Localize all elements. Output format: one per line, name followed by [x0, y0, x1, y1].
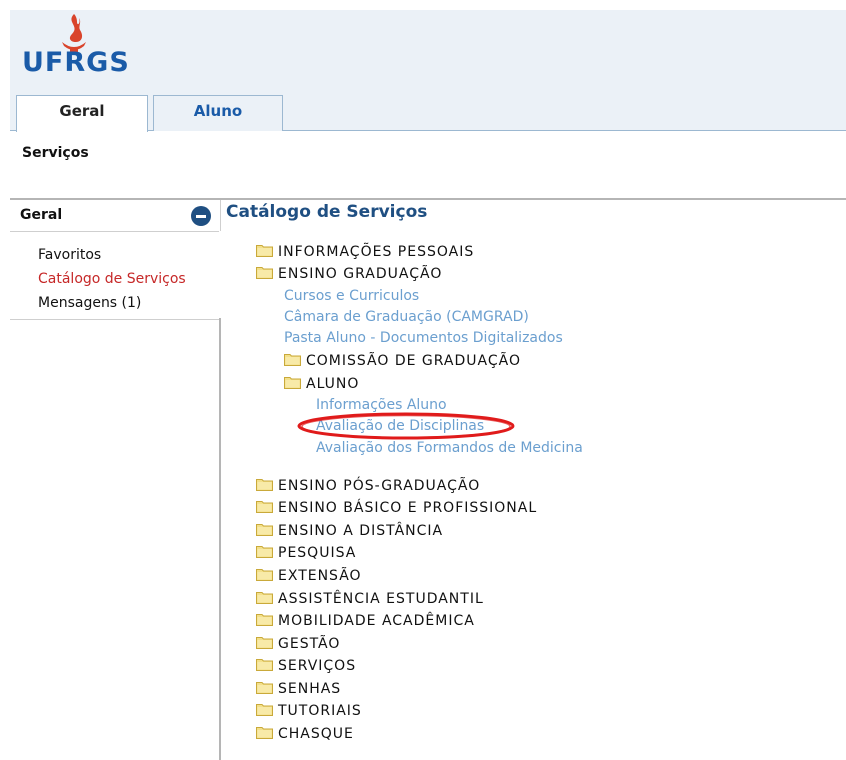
folder-mobilidade-academica[interactable]: MOBILIDADE ACADÊMICA [256, 613, 475, 629]
folder-servicos[interactable]: SERVIÇOS [256, 658, 356, 674]
folder-icon [256, 726, 273, 739]
folder-icon [256, 244, 273, 257]
sidebar-divider [219, 318, 221, 760]
tab-geral[interactable]: Geral [16, 95, 148, 132]
folder-pesquisa[interactable]: PESQUISA [256, 545, 356, 561]
logo-text: UFRGS [22, 47, 130, 78]
link-informacoes-aluno[interactable]: Informações Aluno [316, 397, 447, 413]
folder-icon [256, 478, 273, 491]
link-avaliacao-disciplinas[interactable]: Avaliação de Disciplinas [316, 418, 484, 434]
folder-ensino-graduacao[interactable]: ENSINO GRADUAÇÃO [256, 266, 442, 282]
link-avaliacao-formandos[interactable]: Avaliação dos Formandos de Medicina [316, 440, 583, 456]
folder-icon [284, 353, 301, 366]
folder-icon [256, 681, 273, 694]
folder-comissao-graduacao[interactable]: COMISSÃO DE GRADUAÇÃO [284, 353, 521, 369]
folder-icon [256, 500, 273, 513]
folder-icon [256, 636, 273, 649]
folder-assistencia-estudantil[interactable]: ASSISTÊNCIA ESTUDANTIL [256, 591, 484, 607]
folder-senhas[interactable]: SENHAS [256, 681, 341, 697]
section-title: Serviços [22, 145, 89, 161]
folder-icon [256, 613, 273, 626]
tab-aluno[interactable]: Aluno [153, 95, 283, 131]
folder-gestao[interactable]: GESTÃO [256, 636, 340, 652]
folder-icon [256, 545, 273, 558]
link-camara-graduacao[interactable]: Câmara de Graduação (CAMGRAD) [284, 309, 529, 325]
catalog-title: Catálogo de Serviços [226, 202, 428, 222]
folder-icon [256, 523, 273, 536]
folder-informacoes-pessoais[interactable]: INFORMAÇÕES PESSOAIS [256, 244, 474, 260]
folder-icon [256, 266, 273, 279]
folder-icon [256, 568, 273, 581]
folder-ensino-basico[interactable]: ENSINO BÁSICO E PROFISSIONAL [256, 500, 537, 516]
folder-pos-graduacao[interactable]: ENSINO PÓS-GRADUAÇÃO [256, 478, 480, 494]
folder-aluno[interactable]: ALUNO [284, 376, 359, 392]
folder-chasque[interactable]: CHASQUE [256, 726, 354, 742]
folder-ensino-distancia[interactable]: ENSINO A DISTÂNCIA [256, 523, 443, 539]
folder-icon [256, 703, 273, 716]
sidebar-item-catalogo[interactable]: Catálogo de Serviços [38, 271, 186, 287]
sidebar-title: Geral [20, 207, 63, 223]
folder-icon [284, 376, 301, 389]
link-cursos-curriculos[interactable]: Cursos e Curriculos [284, 288, 419, 304]
sidebar-item-favoritos[interactable]: Favoritos [38, 247, 101, 263]
collapse-icon[interactable] [191, 206, 211, 226]
sidebar-item-mensagens[interactable]: Mensagens (1) [38, 295, 141, 311]
folder-icon [256, 658, 273, 671]
folder-tutoriais[interactable]: TUTORIAIS [256, 703, 362, 719]
folder-icon [256, 591, 273, 604]
folder-extensao[interactable]: EXTENSÃO [256, 568, 362, 584]
link-pasta-aluno[interactable]: Pasta Aluno - Documentos Digitalizados [284, 330, 563, 346]
